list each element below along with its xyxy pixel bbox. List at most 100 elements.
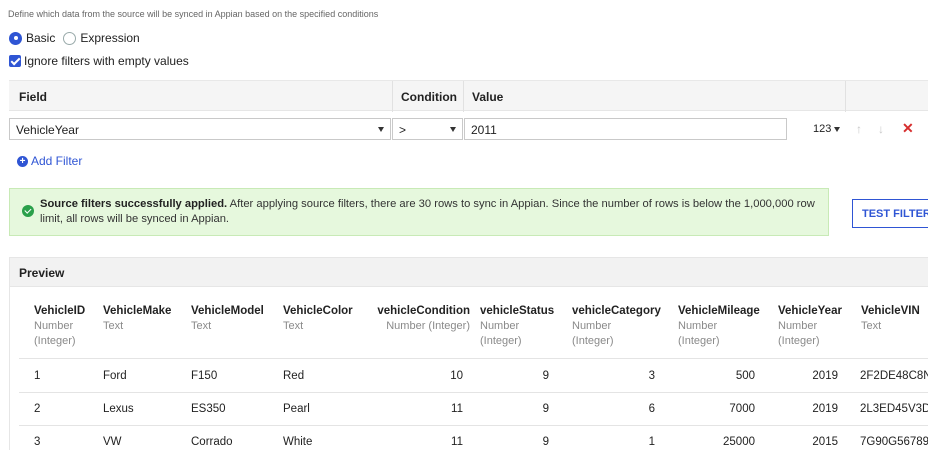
- preview-panel: Preview VehicleID Number (Integer) Vehic…: [9, 257, 928, 450]
- filter-table-header: Field Condition Value: [9, 80, 928, 112]
- cell-vehiclemileage: 7000: [729, 403, 755, 415]
- column-type: (Integer): [572, 335, 614, 347]
- value-type-label: 123: [813, 123, 832, 135]
- col-header-vehiclecondition[interactable]: vehicleCondition Number (Integer): [377, 304, 470, 334]
- basic-radio-label[interactable]: Basic: [26, 31, 55, 45]
- cell-vehiclevin: 7G90G56789: [860, 436, 928, 448]
- cell-vehiclestatus: 9: [542, 436, 549, 448]
- col-header-vehiclemileage[interactable]: VehicleMileage Number (Integer): [678, 304, 760, 349]
- value-type-select[interactable]: 123: [813, 123, 841, 135]
- column-name: vehicleStatus: [480, 305, 555, 317]
- cell-vehiclecategory: 1: [648, 436, 655, 448]
- col-header-vehiclecolor[interactable]: VehicleColor Text: [283, 304, 353, 334]
- chevron-down-icon: [450, 127, 456, 132]
- column-name: VehicleVIN: [861, 305, 920, 317]
- add-filter-label: Add Filter: [31, 154, 83, 168]
- cell-vehicleyear: 2015: [812, 436, 838, 448]
- cell-vehiclevin: 2F2DE48C8N: [860, 370, 928, 382]
- field-header: Field: [19, 90, 48, 104]
- cell-vehiclemodel: Corrado: [191, 436, 233, 448]
- col-header-vehicleid[interactable]: VehicleID Number (Integer): [34, 304, 85, 349]
- header-divider: [845, 81, 846, 112]
- banner-bold-text: Source filters successfully applied.: [40, 198, 228, 210]
- cell-vehiclemake: Lexus: [103, 403, 134, 415]
- test-filter-button[interactable]: TEST FILTER: [852, 199, 928, 228]
- condition-select[interactable]: >: [392, 118, 463, 140]
- preview-title: Preview: [19, 266, 65, 280]
- success-banner: Source filters successfully applied. Aft…: [9, 188, 829, 236]
- column-name: VehicleYear: [778, 305, 842, 317]
- column-type: (Integer): [778, 335, 820, 347]
- header-divider: [463, 81, 464, 112]
- chevron-down-icon: [834, 126, 841, 132]
- col-header-vehicleyear[interactable]: VehicleYear Number (Integer): [778, 304, 842, 349]
- row-divider: [19, 358, 928, 359]
- cell-vehiclecondition: 11: [451, 403, 463, 415]
- column-type: Number: [572, 320, 612, 332]
- col-header-vehiclestatus[interactable]: vehicleStatus Number (Integer): [480, 304, 554, 349]
- cell-vehicleyear: 2019: [812, 370, 838, 382]
- chevron-down-icon: [378, 127, 384, 132]
- col-header-vehiclevin[interactable]: VehicleVIN Text: [861, 304, 920, 334]
- cell-vehiclemodel: ES350: [191, 403, 226, 415]
- column-name: VehicleMake: [103, 305, 172, 317]
- cell-vehiclecolor: White: [283, 436, 313, 448]
- column-type: Number: [34, 320, 74, 332]
- row-divider: [19, 425, 928, 426]
- cell-vehiclecolor: Red: [283, 370, 305, 382]
- plus-icon: +: [17, 155, 28, 167]
- column-name: vehicleCategory: [572, 305, 661, 317]
- cell-vehicleid: 2: [34, 403, 41, 415]
- sync-description: Define which data from the source will b…: [8, 9, 379, 19]
- cell-vehiclecolor: Pearl: [283, 403, 310, 415]
- cell-vehicleid: 1: [34, 370, 41, 382]
- col-header-vehiclecategory[interactable]: vehicleCategory Number (Integer): [572, 304, 661, 349]
- condition-header: Condition: [401, 90, 457, 104]
- column-type: Text: [191, 320, 212, 332]
- column-type: (Integer): [678, 335, 720, 347]
- column-name: vehicleCondition: [377, 305, 470, 317]
- column-type: Text: [861, 320, 882, 332]
- row-divider: [19, 392, 928, 393]
- col-header-vehiclemake[interactable]: VehicleMake Text: [103, 304, 171, 334]
- field-select[interactable]: VehicleYear: [9, 118, 391, 140]
- column-name: VehicleColor: [283, 305, 353, 317]
- cell-vehiclemileage: 25000: [723, 436, 755, 448]
- column-type: Number: [678, 320, 718, 332]
- header-divider: [392, 81, 393, 112]
- preview-header: Preview: [10, 258, 928, 287]
- add-filter-link[interactable]: + Add Filter: [17, 154, 82, 168]
- cell-vehiclemake: VW: [103, 436, 122, 448]
- cell-vehiclecondition: 11: [451, 436, 463, 448]
- cell-vehiclestatus: 9: [542, 403, 549, 415]
- cell-vehiclecategory: 3: [648, 370, 655, 382]
- remove-filter-icon[interactable]: ✕: [902, 120, 914, 137]
- banner-message: Source filters successfully applied. Aft…: [40, 197, 815, 227]
- cell-vehiclemake: Ford: [103, 370, 127, 382]
- check-circle-icon: [22, 205, 34, 217]
- column-type: (Integer): [480, 335, 522, 347]
- basic-radio[interactable]: [9, 31, 22, 45]
- ignore-empty-checkbox-row: Ignore filters with empty values: [9, 54, 189, 68]
- column-type: Text: [103, 320, 124, 332]
- move-up-icon[interactable]: ↑: [856, 122, 862, 136]
- expression-radio-label[interactable]: Expression: [80, 31, 139, 45]
- column-name: VehicleID: [34, 305, 86, 317]
- value-input[interactable]: 2011: [464, 118, 787, 140]
- col-header-vehiclemodel[interactable]: VehicleModel Text: [191, 304, 264, 334]
- column-type: Number (Integer): [386, 320, 470, 332]
- value-header: Value: [472, 90, 504, 104]
- field-select-value: VehicleYear: [16, 123, 79, 137]
- cell-vehiclemileage: 500: [735, 370, 755, 382]
- cell-vehiclemodel: F150: [191, 370, 218, 382]
- cell-vehiclecondition: 10: [450, 370, 463, 382]
- cell-vehiclestatus: 9: [542, 370, 549, 382]
- value-input-text: 2011: [471, 123, 497, 137]
- cell-vehiclevin: 2L3ED45V3D: [860, 403, 928, 415]
- filter-mode-group: Basic Expression: [9, 31, 148, 45]
- column-name: VehicleMileage: [678, 305, 760, 317]
- ignore-empty-label[interactable]: Ignore filters with empty values: [24, 54, 189, 68]
- expression-radio[interactable]: [63, 31, 77, 45]
- ignore-empty-checkbox[interactable]: [9, 55, 21, 67]
- move-down-icon[interactable]: ↓: [878, 122, 884, 136]
